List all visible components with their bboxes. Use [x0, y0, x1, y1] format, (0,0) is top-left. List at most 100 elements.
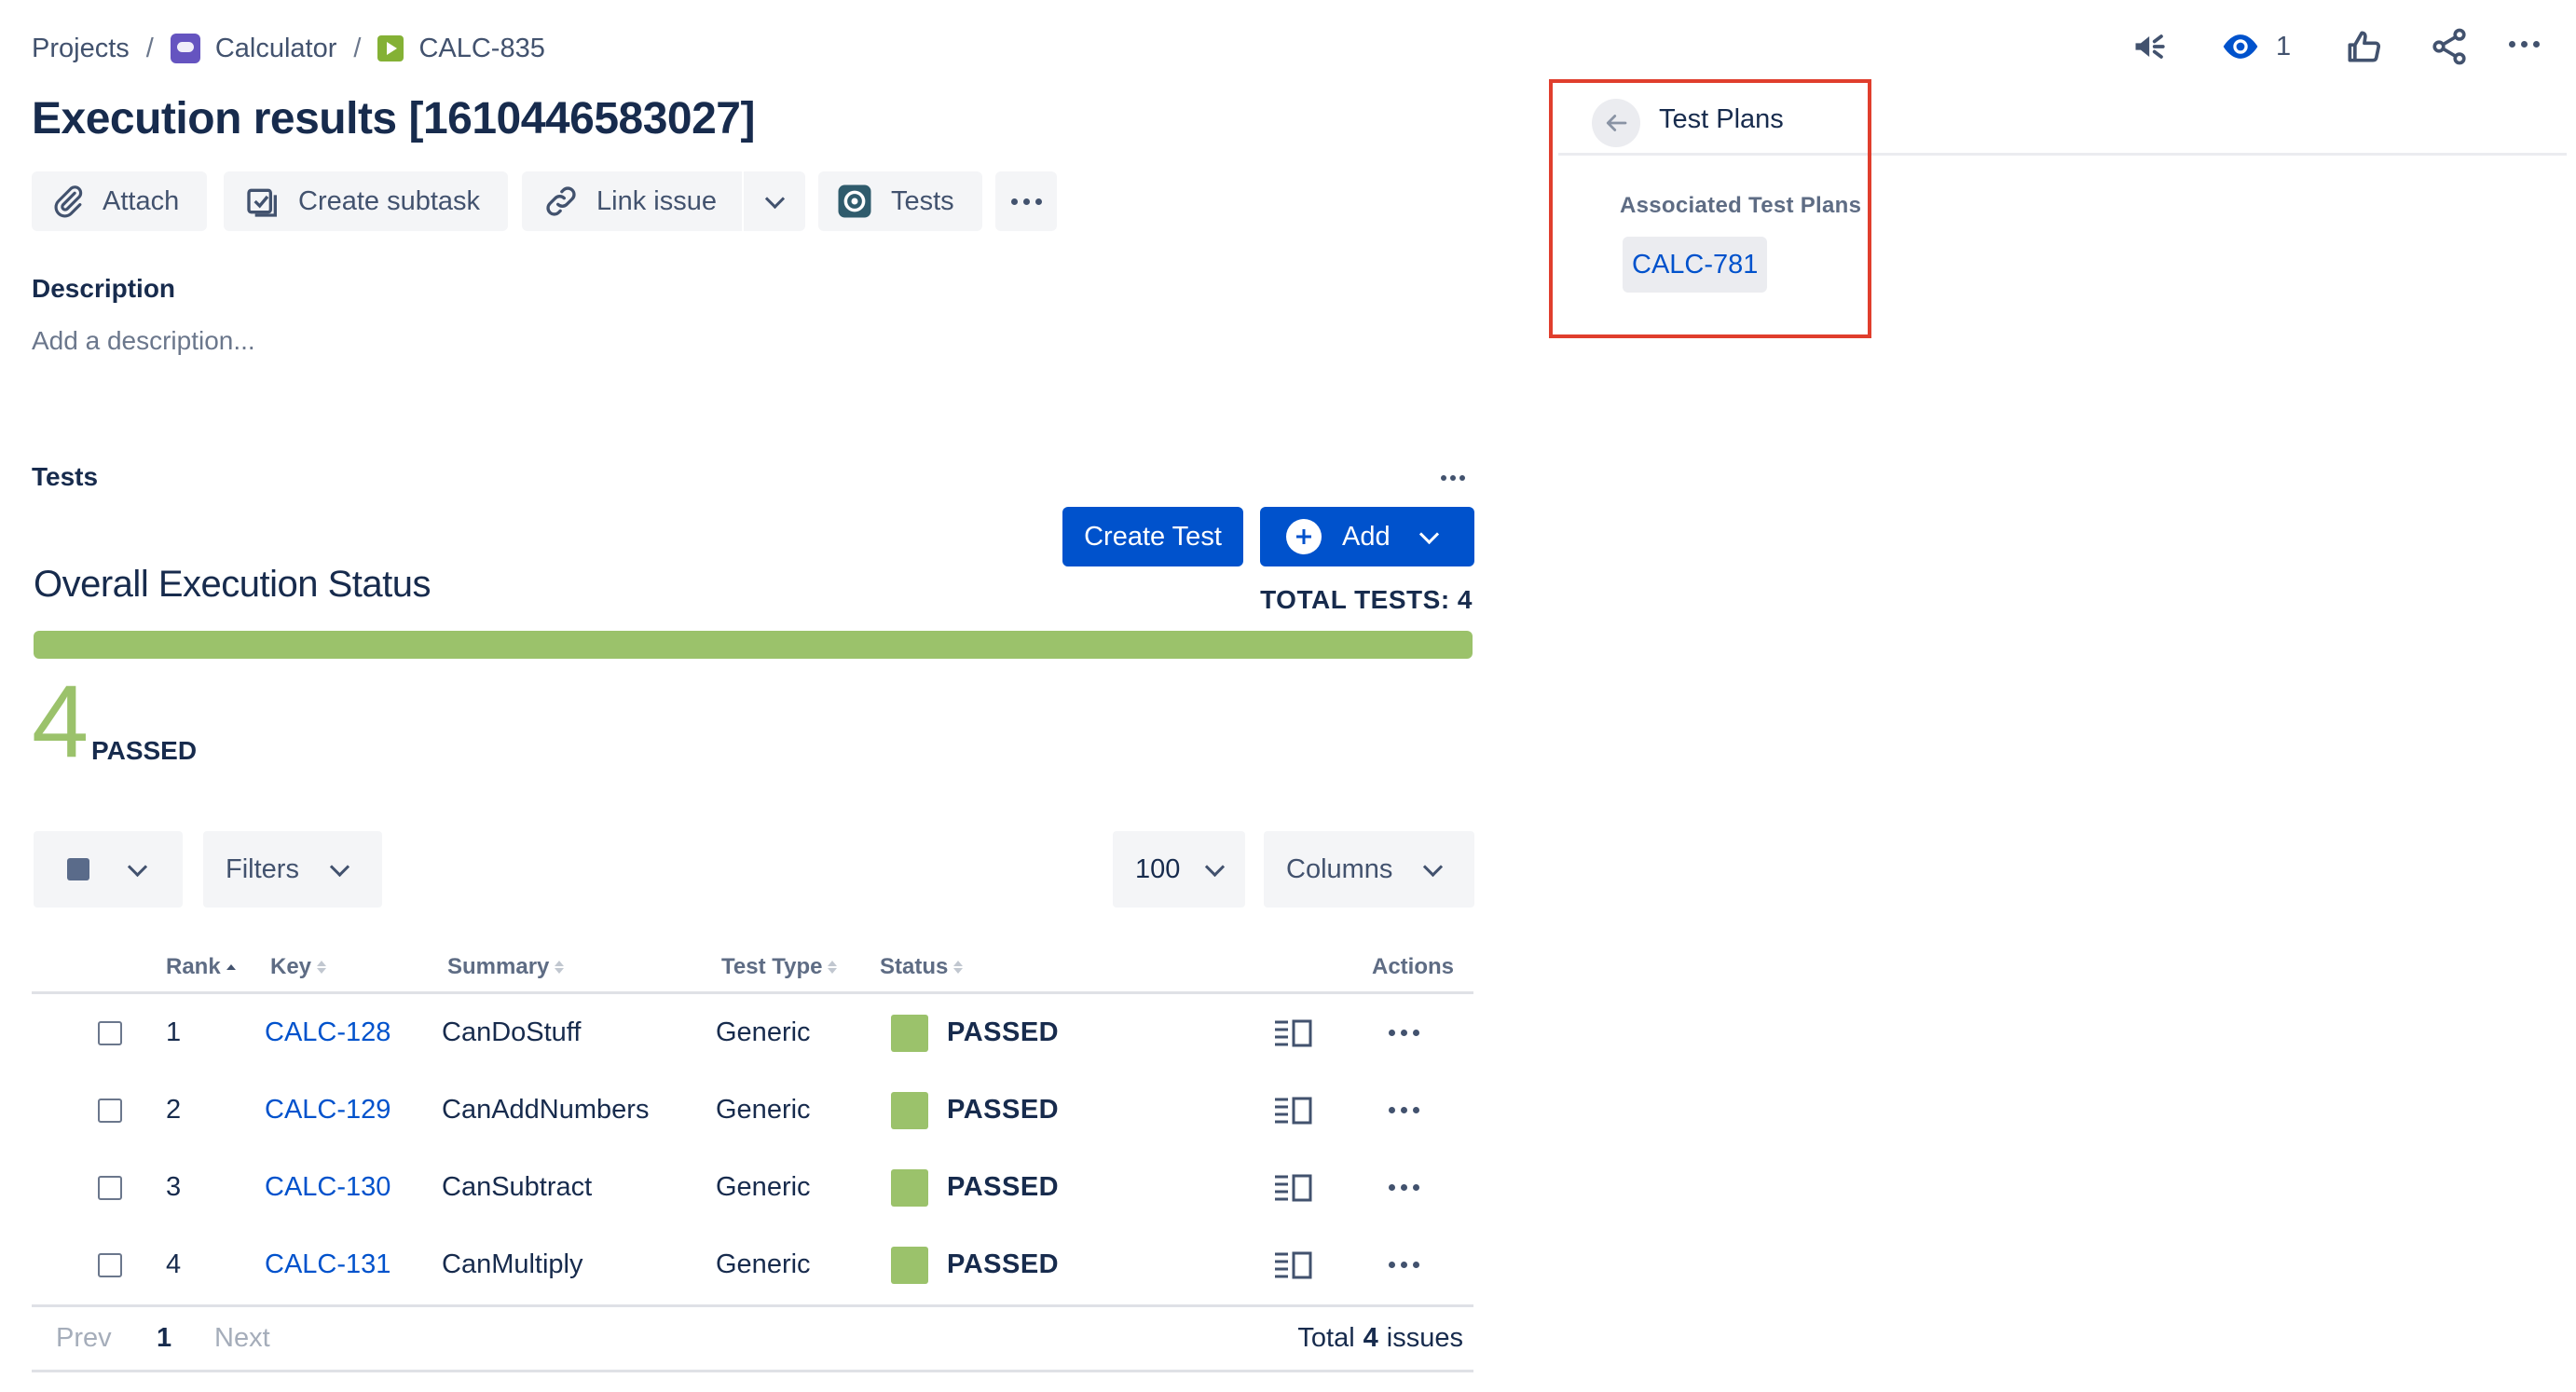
test-key-link[interactable]: CALC-131	[265, 1226, 391, 1303]
test-key-link[interactable]: CALC-129	[265, 1071, 391, 1149]
status-label: PASSED	[947, 1249, 1060, 1279]
more-icon	[1389, 1184, 1419, 1191]
total-suffix: issues	[1386, 1323, 1463, 1353]
more-icon	[1389, 1030, 1419, 1036]
breadcrumb-calculator[interactable]: Calculator	[215, 34, 337, 64]
more-actions-button[interactable]	[2509, 41, 2540, 48]
like-button[interactable]	[2343, 26, 2384, 67]
rank-cell: 3	[166, 1172, 182, 1202]
rank-cell: 4	[166, 1249, 182, 1279]
column-header-summary[interactable]: Summary	[447, 954, 565, 980]
table-row: 3 CALC-130 CanSubtract Generic PASSED	[32, 1149, 1473, 1226]
more-icon	[2509, 41, 2540, 48]
chevron-down-icon	[764, 188, 785, 209]
rank-cell: 1	[166, 1017, 182, 1047]
rank-header-label: Rank	[166, 954, 221, 979]
row-actions-button[interactable]	[1389, 1149, 1419, 1226]
paperclip-icon	[54, 185, 83, 218]
columns-dropdown[interactable]: Columns	[1264, 831, 1474, 908]
watch-button[interactable]: 1	[2220, 26, 2291, 67]
actions-header-label: Actions	[1372, 954, 1455, 979]
summary-cell: CanSubtract	[442, 1172, 593, 1202]
breadcrumb-separator: /	[145, 33, 154, 63]
details-icon[interactable]	[1273, 1149, 1314, 1226]
link-icon	[546, 186, 576, 216]
plus-circle-icon	[1286, 519, 1322, 554]
row-checkbox[interactable]	[98, 1252, 122, 1277]
row-checkbox[interactable]	[98, 1098, 122, 1123]
table-row: 4 CALC-131 CanMultiply Generic PASSED	[32, 1226, 1473, 1303]
passed-count: 4	[32, 664, 89, 779]
tests-label: Tests	[891, 185, 954, 216]
status-color-swatch	[891, 1091, 928, 1129]
next-page-button[interactable]: Next	[214, 1323, 270, 1354]
breadcrumb-projects[interactable]: Projects	[32, 34, 130, 64]
status-color-swatch	[891, 1014, 928, 1052]
status-cell: PASSED	[891, 1071, 1059, 1149]
description-heading: Description	[32, 274, 176, 303]
column-header-rank[interactable]: Rank	[166, 954, 236, 980]
total-prefix: Total	[1297, 1323, 1355, 1353]
details-icon[interactable]	[1273, 994, 1314, 1071]
status-label: PASSED	[947, 1095, 1060, 1125]
sort-icon	[555, 961, 565, 974]
filters-label: Filters	[226, 853, 299, 884]
row-actions-button[interactable]	[1389, 994, 1419, 1071]
sort-icon	[953, 961, 964, 974]
share-icon	[2432, 28, 2466, 65]
more-icon	[1389, 1107, 1419, 1113]
row-actions-button[interactable]	[1389, 1226, 1419, 1303]
column-header-test-type[interactable]: Test Type	[721, 954, 838, 980]
status-cell: PASSED	[891, 994, 1059, 1071]
attach-button[interactable]: Attach	[32, 171, 207, 231]
column-header-key[interactable]: Key	[270, 954, 327, 980]
bulk-select-dropdown[interactable]	[34, 831, 183, 908]
chevron-down-icon	[1423, 856, 1444, 877]
attach-label: Attach	[103, 185, 180, 216]
page-size-select[interactable]: 100	[1113, 831, 1245, 908]
total-count: 4	[1363, 1323, 1378, 1353]
share-button[interactable]	[2429, 26, 2470, 67]
status-label: PASSED	[947, 1172, 1060, 1202]
calculator-project-icon	[170, 34, 200, 63]
row-checkbox[interactable]	[98, 1175, 122, 1200]
create-test-button[interactable]: Create Test	[1062, 507, 1243, 566]
add-button[interactable]: Add	[1260, 507, 1474, 566]
column-header-status[interactable]: Status	[880, 954, 964, 980]
prev-page-button[interactable]: Prev	[56, 1323, 112, 1354]
test-type-header-label: Test Type	[721, 954, 823, 979]
watch-count: 1	[2276, 31, 2292, 61]
test-key-link[interactable]: CALC-128	[265, 994, 391, 1071]
test-key-link[interactable]: CALC-130	[265, 1149, 391, 1226]
overall-execution-title: Overall Execution Status	[34, 564, 432, 605]
link-issue-button[interactable]: Link issue	[522, 171, 742, 231]
issue-title[interactable]: Execution results [1610446583027]	[32, 93, 755, 144]
row-checkbox[interactable]	[98, 1020, 122, 1045]
key-header-label: Key	[270, 954, 312, 979]
bottom-divider	[32, 1370, 1473, 1372]
feedback-button[interactable]	[2131, 26, 2172, 67]
row-actions-button[interactable]	[1389, 1071, 1419, 1149]
more-toolbar-button[interactable]	[995, 171, 1057, 231]
test-type-cell: Generic	[716, 1017, 811, 1047]
breadcrumb-issue-key[interactable]: CALC-835	[418, 34, 544, 64]
tests-section-more-button[interactable]	[1441, 475, 1465, 481]
tests-button[interactable]: Tests	[818, 171, 982, 231]
details-icon[interactable]	[1273, 1226, 1314, 1303]
summary-cell: CanDoStuff	[442, 1017, 582, 1047]
link-issue-dropdown[interactable]	[744, 171, 805, 231]
current-page[interactable]: 1	[157, 1323, 171, 1354]
description-field[interactable]: Add a description...	[32, 326, 255, 356]
status-color-swatch	[891, 1246, 928, 1284]
table-footer-divider	[32, 1304, 1473, 1307]
tests-heading: Tests	[32, 462, 99, 491]
filters-dropdown[interactable]: Filters	[203, 831, 382, 908]
table-row: 2 CALC-129 CanAddNumbers Generic PASSED	[32, 1071, 1473, 1149]
status-cell: PASSED	[891, 1149, 1059, 1226]
details-icon[interactable]	[1273, 1071, 1314, 1149]
status-cell: PASSED	[891, 1226, 1059, 1303]
create-subtask-button[interactable]: Create subtask	[224, 171, 508, 231]
square-icon	[67, 858, 89, 880]
more-icon	[1010, 198, 1042, 205]
test-type-cell: Generic	[716, 1249, 811, 1279]
